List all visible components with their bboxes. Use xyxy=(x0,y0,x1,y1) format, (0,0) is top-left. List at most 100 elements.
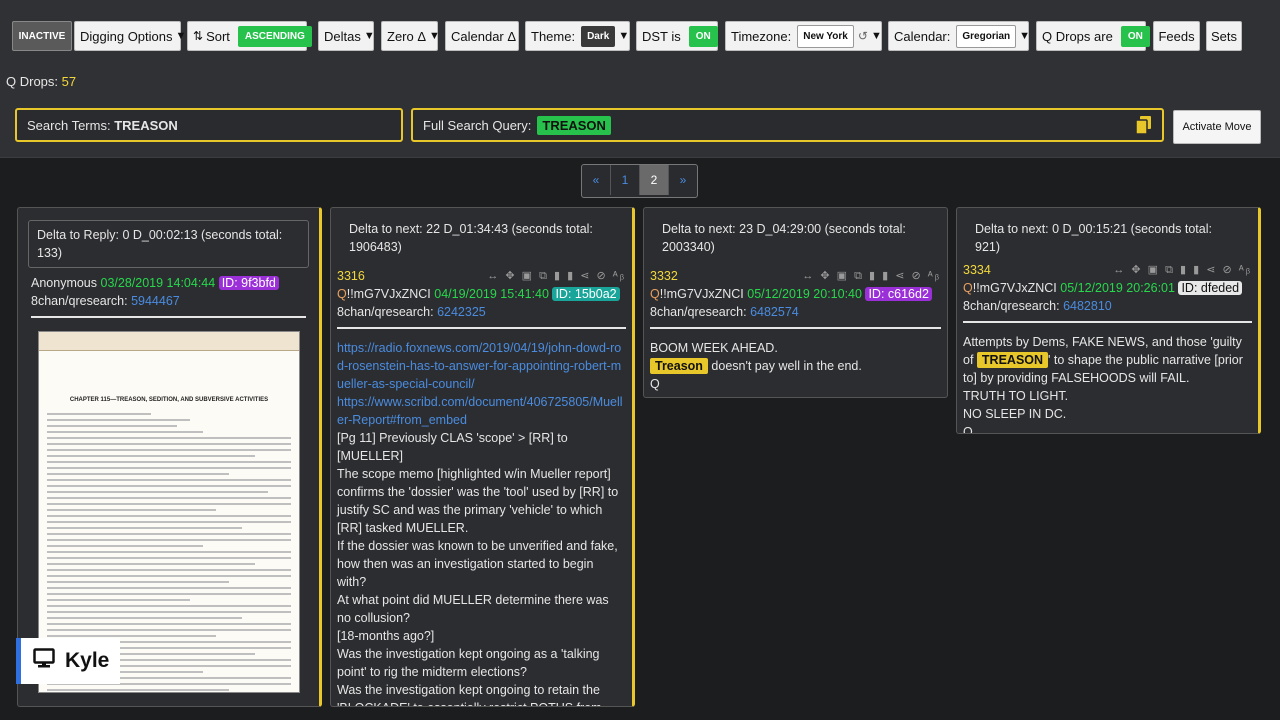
doc-line xyxy=(47,497,291,499)
drop-number: 3332 xyxy=(650,269,678,283)
drop-number: 3334 xyxy=(963,263,991,277)
pagination: « 1 2 » xyxy=(581,164,698,198)
doc-line xyxy=(47,419,190,421)
reset-icon[interactable]: ↺ xyxy=(858,29,868,43)
sort-label: Sort xyxy=(206,28,230,44)
pager-next[interactable]: » xyxy=(669,165,697,195)
copy-icon[interactable] xyxy=(1135,116,1152,137)
doc-line xyxy=(47,509,216,511)
action-icons[interactable]: ↔ ✥ ▣ ⧉ ▮ ▮ ⋖ ⊘ ᴬᵦ xyxy=(1113,261,1252,279)
doc-line xyxy=(47,629,291,631)
post-date: 05/12/2019 20:10:40 xyxy=(747,287,862,301)
drop-number: 3316 xyxy=(337,269,365,283)
chevron-down-icon: ▼ xyxy=(429,30,440,42)
zero-delta-dropdown[interactable]: Zero Δ ▼ xyxy=(381,21,440,51)
full-search-query-box[interactable]: Full Search Query: TREASON xyxy=(411,108,1164,142)
pager-page-2[interactable]: 2 xyxy=(640,165,669,195)
qdrops-control[interactable]: Q Drops are ON xyxy=(1036,21,1150,51)
timezone-select[interactable]: New York xyxy=(797,24,854,48)
activate-move-button[interactable]: Activate Move xyxy=(1173,110,1261,144)
post-link[interactable]: 6482810 xyxy=(1063,299,1112,313)
post-body: https://radio.foxnews.com/2019/04/19/joh… xyxy=(331,339,632,706)
post-body: BOOM WEEK AHEAD. Treason doesn't pay wel… xyxy=(644,339,947,393)
doc-line xyxy=(47,539,291,541)
post-meta: Q!!mG7VJxZNCI 05/12/2019 20:26:01 ID: df… xyxy=(957,279,1258,297)
inactive-toggle[interactable]: INACTIVE xyxy=(12,21,72,51)
chevron-down-icon: ▼ xyxy=(1019,30,1031,42)
post-link[interactable]: 5944467 xyxy=(131,294,180,308)
pager-page-1[interactable]: 1 xyxy=(611,165,640,195)
sort-control[interactable]: ⇅ Sort ASCENDING xyxy=(187,21,312,51)
body-line: Was the investigation kept ongoing as a … xyxy=(337,647,600,679)
post-date: 04/19/2019 15:41:40 xyxy=(434,287,549,301)
post-date: 05/12/2019 20:26:01 xyxy=(1060,281,1175,295)
doc-line xyxy=(47,581,229,583)
poster-id: ID: c616d2 xyxy=(865,287,932,301)
calendar-delta-label: Calendar Δ xyxy=(451,28,517,44)
qdrops-count-label: Q Drops: xyxy=(6,74,59,89)
pager-prev[interactable]: « xyxy=(582,165,611,195)
inactive-label: INACTIVE xyxy=(18,30,66,42)
doc-line xyxy=(47,611,291,613)
dst-toggle[interactable]: ON xyxy=(688,25,718,47)
doc-line xyxy=(47,491,268,493)
calendar-control[interactable]: Calendar: Gregorian ▼ xyxy=(888,21,1031,51)
poster-id: ID: 9f3bfd xyxy=(218,276,279,290)
doc-line xyxy=(47,557,291,559)
body-link[interactable]: https://www.scribd.com/document/40672580… xyxy=(337,393,626,429)
signature: Q xyxy=(963,425,973,434)
body-line: Treason doesn't pay well in the end. xyxy=(650,357,941,375)
calendar-label: Calendar: xyxy=(894,28,951,44)
doc-line xyxy=(47,467,291,469)
doc-line xyxy=(47,449,291,451)
body-line: TRUTH TO LIGHT. xyxy=(963,389,1069,403)
doc-line xyxy=(47,551,291,553)
calendar-delta-button[interactable]: Calendar Δ xyxy=(445,21,519,51)
full-search-value: TREASON xyxy=(537,115,611,135)
doc-line xyxy=(47,563,255,565)
doc-line xyxy=(47,599,190,601)
digging-options-dropdown[interactable]: Digging Options ▼ xyxy=(74,21,186,51)
doc-line xyxy=(47,533,291,535)
post-link[interactable]: 6242325 xyxy=(437,305,486,319)
zero-delta-label: Zero Δ xyxy=(387,28,427,44)
body-link[interactable]: https://radio.foxnews.com/2019/04/19/joh… xyxy=(337,339,626,393)
feeds-label: Feeds xyxy=(1158,28,1195,44)
divider xyxy=(650,327,941,329)
deltas-dropdown[interactable]: Deltas ▼ xyxy=(318,21,375,51)
doc-line xyxy=(47,473,229,475)
q-mark: Q xyxy=(963,281,973,295)
body-line: BOOM WEEK AHEAD. xyxy=(650,341,778,355)
highlight-tag: Treason xyxy=(650,358,708,374)
doc-line xyxy=(47,521,291,523)
sort-ascending-button[interactable]: ASCENDING xyxy=(237,25,312,47)
action-icons[interactable]: ↔ ✥ ▣ ⧉ ▮ ▮ ⋖ ⊘ ᴬᵦ xyxy=(487,267,626,285)
qdrops-count: Q Drops: 57 xyxy=(6,74,76,89)
q-mark: Q xyxy=(337,287,347,301)
tripcode: !!mG7VJxZNCI xyxy=(659,287,744,301)
signature: Q xyxy=(650,377,660,391)
chevron-down-icon: ▼ xyxy=(618,30,630,42)
feeds-button[interactable]: Feeds xyxy=(1153,21,1200,51)
qdrops-toggle[interactable]: ON xyxy=(1120,25,1150,47)
theme-control[interactable]: Theme: Dark ▼ xyxy=(525,21,630,51)
post-link[interactable]: 6482574 xyxy=(750,305,799,319)
divider xyxy=(31,316,306,318)
divider xyxy=(337,327,626,329)
timezone-control[interactable]: Timezone: New York ↺ ▼ xyxy=(725,21,882,51)
doc-line xyxy=(47,635,216,637)
sets-label: Sets xyxy=(1211,28,1238,44)
dst-control[interactable]: DST is ON xyxy=(636,21,718,51)
calendar-select[interactable]: Gregorian xyxy=(956,24,1017,48)
sets-button[interactable]: Sets xyxy=(1206,21,1242,51)
search-terms-box[interactable]: Search Terms: TREASON xyxy=(15,108,403,142)
search-terms-value: TREASON xyxy=(114,117,178,133)
body-line: [18-months ago?] xyxy=(337,629,435,643)
action-icons[interactable]: ↔ ✥ ▣ ⧉ ▮ ▮ ⋖ ⊘ ᴬᵦ xyxy=(802,267,941,285)
theme-value[interactable]: Dark xyxy=(581,25,616,47)
doc-line xyxy=(47,617,242,619)
doc-title: CHAPTER 115—TREASON, SEDITION, AND SUBVE… xyxy=(69,397,269,403)
doc-line xyxy=(47,479,291,481)
doc-line xyxy=(47,569,291,571)
board-line: 8chan/qresearch: 5944467 xyxy=(18,292,319,310)
